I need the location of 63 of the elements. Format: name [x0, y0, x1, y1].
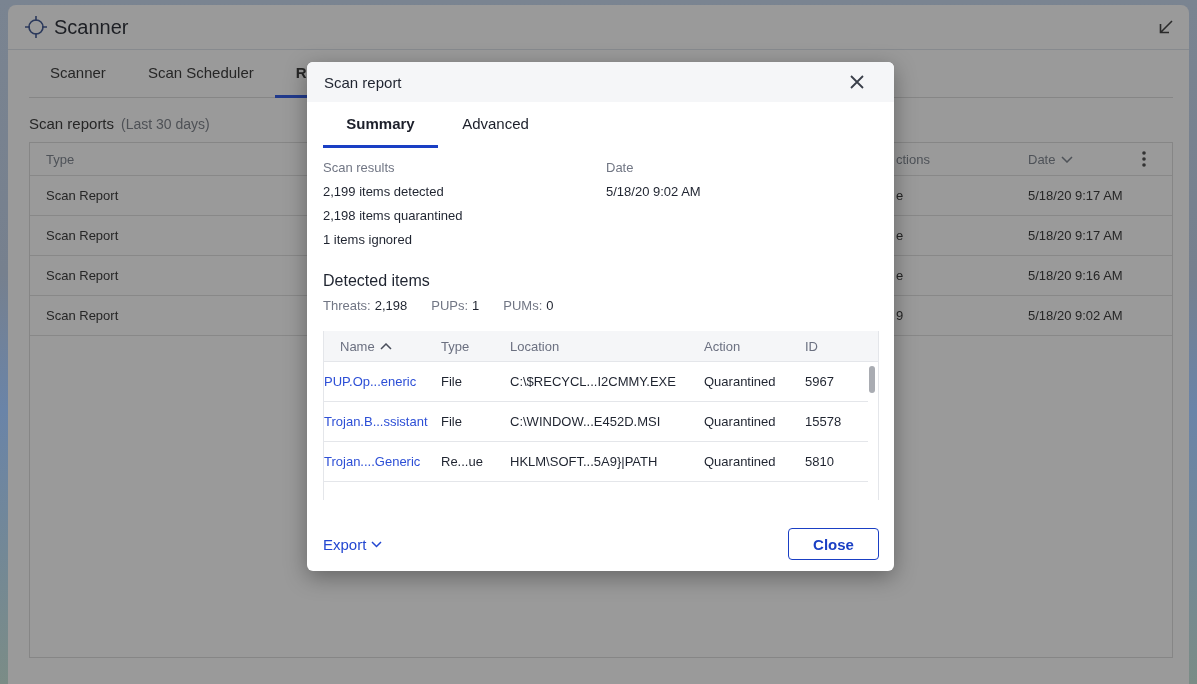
result-text: 1 items ignored	[323, 231, 412, 249]
column-header: Location	[510, 338, 560, 354]
arrow-down-left-icon[interactable]	[1159, 20, 1173, 34]
table-cell: HKLM\SOFT...5A9}|PATH	[510, 454, 658, 469]
close-icon[interactable]	[850, 75, 864, 89]
table-cell: 15578	[805, 414, 842, 429]
close-button[interactable]: Close	[788, 528, 879, 560]
table-cell: e	[896, 228, 904, 243]
table-cell: C:\WINDOW...E452D.MSI	[510, 414, 661, 429]
table-cell: Scan Report	[46, 188, 119, 203]
more-icon[interactable]	[1142, 151, 1146, 167]
column-header: Type	[441, 338, 470, 354]
tab[interactable]: Scan Scheduler	[126, 50, 275, 98]
window-title: Scanner	[54, 15, 129, 39]
table-cell: 5810	[805, 454, 834, 469]
dialog-title: Scan report	[324, 73, 402, 91]
crosshair-icon	[25, 16, 47, 38]
table-cell: Re...ue	[441, 454, 483, 469]
table-cell: Scan Report	[46, 228, 119, 243]
export-button[interactable]: Export	[323, 528, 383, 560]
column-header: Type	[46, 151, 75, 167]
item-link[interactable]: Trojan.B...ssistant	[324, 414, 428, 429]
tab[interactable]: Summary	[323, 102, 438, 148]
scrollbar-thumb[interactable]	[869, 366, 875, 393]
table-cell: e	[896, 188, 904, 203]
count-value: 2,198	[374, 297, 408, 313]
item-link[interactable]: Trojan....Generic	[324, 454, 421, 469]
column-header[interactable]: Name	[340, 338, 392, 354]
table-cell: 5967	[805, 374, 834, 389]
section-subtitle: (Last 30 days)	[121, 116, 210, 132]
table-cell: File	[441, 414, 462, 429]
count-label: Threats:	[323, 297, 371, 313]
count-label: PUPs:	[431, 297, 469, 313]
date-text: 5/18/20 9:02 AM	[606, 183, 701, 201]
table-cell: 5/18/20 9:17 AM	[1028, 188, 1123, 203]
column-header: Action	[704, 338, 741, 354]
table-cell: File	[441, 374, 462, 389]
table-cell: Quarantined	[704, 414, 776, 429]
table-cell: 5/18/20 9:02 AM	[1028, 308, 1123, 323]
table-cell: e	[896, 268, 904, 283]
section-title: Detected items	[323, 271, 430, 291]
field-label: Scan results	[323, 159, 395, 177]
table-cell: C:\$RECYCL...I2CMMY.EXE	[510, 374, 676, 389]
count-value: 1	[472, 297, 480, 313]
table-cell: Quarantined	[704, 374, 776, 389]
tab[interactable]: Advanced	[438, 102, 553, 148]
section-title: Scan reports	[29, 115, 115, 132]
chevron-down-icon	[371, 540, 383, 548]
result-text: 2,199 items detected	[323, 183, 444, 201]
result-text: 2,198 items quarantined	[323, 207, 463, 225]
table-cell: 5/18/20 9:17 AM	[1028, 228, 1123, 243]
table-cell: Quarantined	[704, 454, 776, 469]
column-header: ID	[805, 338, 818, 354]
count-label: PUMs:	[503, 297, 543, 313]
column-header: ctions	[896, 151, 930, 167]
field-label: Date	[606, 159, 634, 177]
table-cell: Scan Report	[46, 268, 119, 283]
table-cell: 9	[896, 308, 904, 323]
table-cell: 5/18/20 9:16 AM	[1028, 268, 1123, 283]
tab[interactable]: Scanner	[29, 50, 127, 98]
count-value: 0	[546, 297, 554, 313]
item-link[interactable]: PUP.Op...eneric	[324, 374, 417, 389]
table-cell: Scan Report	[46, 308, 119, 323]
